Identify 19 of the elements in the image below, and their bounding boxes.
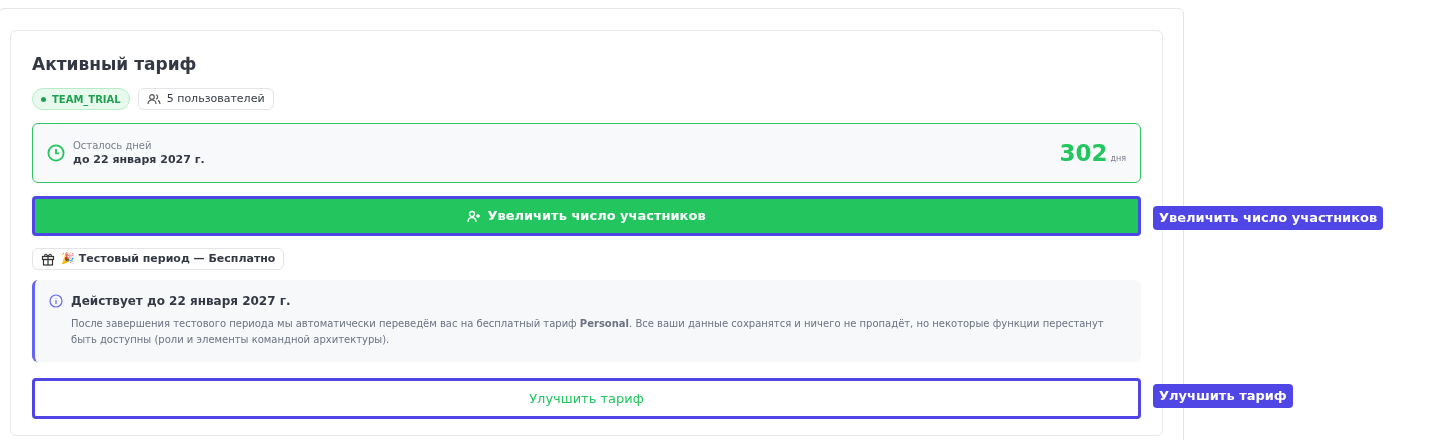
notice-title: Действует до 22 января 2027 г. <box>71 293 292 310</box>
days-unit: дня <box>1110 152 1126 165</box>
trial-badge: 🎉 Тестовый период — Бесплатно <box>32 248 285 270</box>
plan-badge: TEAM_TRIAL <box>32 88 130 110</box>
add-members-button[interactable]: Увеличить число участников <box>32 196 1141 236</box>
days-count: 302 <box>1059 141 1108 165</box>
users-badge: 5 пользователей <box>137 88 274 110</box>
notice-text: После завершения тестового периода мы автоматически переведём вас на бесплатный тариф Personal. Все ваши данные сохранятся и ничего не пропадёт, но некоторые функции перестанут быть доступны (роли и элементы командной архитектуры). <box>71 317 1105 347</box>
annotation-label: Улучшить тариф <box>1153 384 1293 408</box>
remaining-label: Осталось дней <box>73 139 153 152</box>
add-user-icon <box>467 209 482 223</box>
end-date: до 22 января 2027 г. <box>73 152 205 167</box>
gift-icon <box>41 252 55 266</box>
card-title: Активный тариф <box>32 53 198 76</box>
info-icon <box>49 294 63 308</box>
upgrade-plan-button[interactable]: Улучшить тариф <box>32 378 1141 419</box>
annotation-label: Увеличить число участников <box>1153 206 1384 230</box>
users-icon <box>146 93 161 105</box>
clock-icon <box>47 144 65 162</box>
